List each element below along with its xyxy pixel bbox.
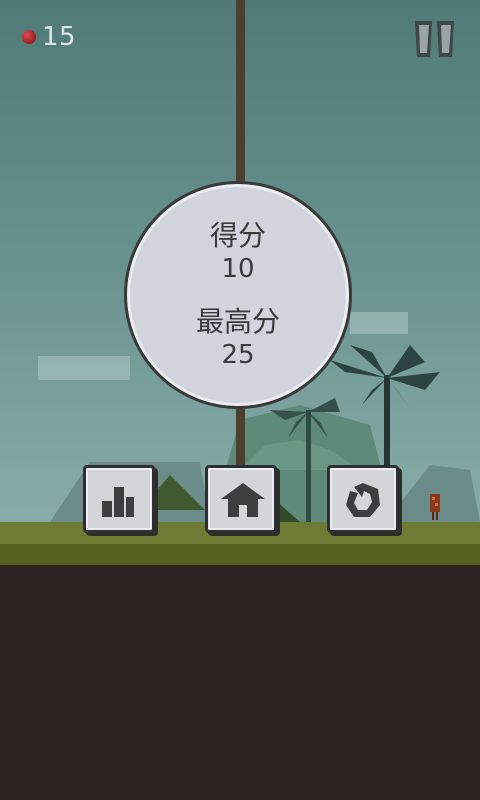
scoreboard-panel: 得分 10 最高分 25 [124, 181, 352, 409]
leaderboard-icon [102, 487, 134, 517]
best-score-label: 最高分 [195, 305, 280, 338]
pause-icon[interactable] [412, 18, 458, 60]
home-icon [221, 483, 265, 517]
coin-counter: 15 [22, 22, 76, 52]
restart-button[interactable] [327, 465, 399, 533]
rope [236, 0, 245, 184]
best-score-value: 25 [221, 340, 255, 370]
small-creature-icon [430, 494, 440, 520]
ground-grass-shadow [0, 544, 480, 565]
leaderboard-button[interactable] [83, 465, 155, 533]
red-seed-icon [22, 30, 36, 44]
restart-icon [346, 483, 380, 517]
home-button[interactable] [205, 465, 277, 533]
score-label: 得分 [209, 219, 266, 252]
score-value: 10 [221, 254, 255, 284]
ground-dirt [0, 565, 480, 800]
coin-count: 15 [42, 22, 77, 52]
